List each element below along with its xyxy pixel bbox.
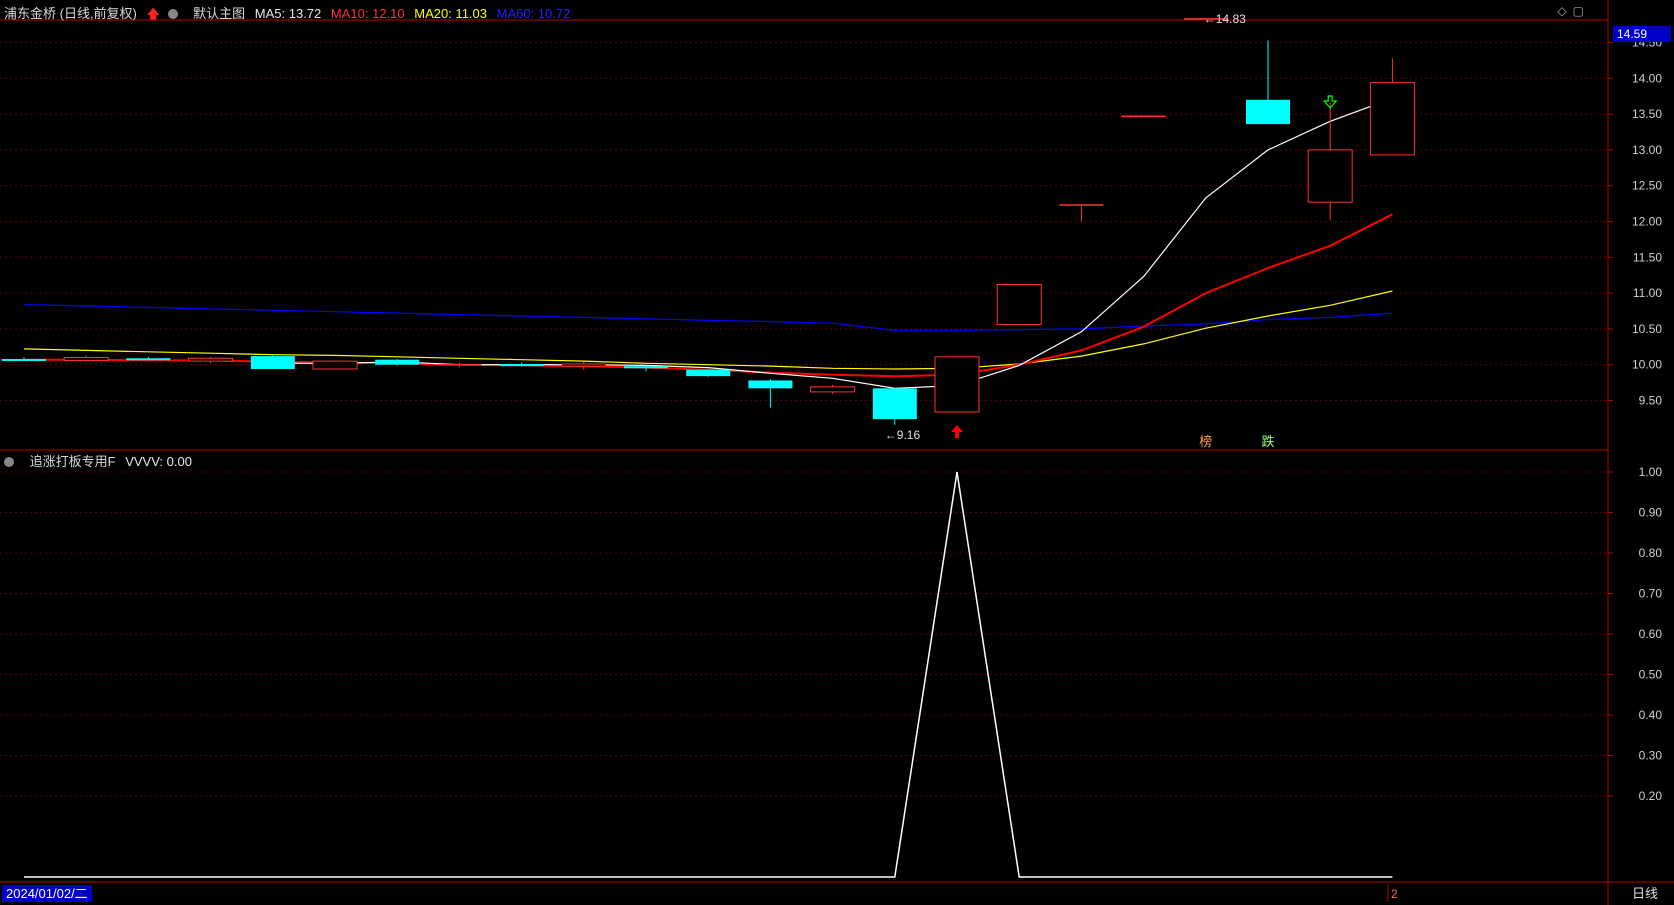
price-annotation: ←14.83	[1204, 12, 1246, 26]
y-tick-label: 10.50	[1632, 322, 1662, 336]
price-annotation: ←9.16	[885, 428, 921, 442]
candle	[63, 355, 109, 362]
y-tick-label: 1.00	[1639, 465, 1663, 479]
cursor-date: 2024/01/02/二	[2, 885, 92, 902]
y-tick-label: 0.40	[1639, 708, 1663, 722]
indicator-title[interactable]: 追涨打板专用F	[30, 454, 116, 469]
candle-body	[188, 357, 234, 362]
indicator-header: 追涨打板专用F VVVV: 0.00	[4, 451, 198, 470]
candle-body	[312, 360, 358, 370]
ma20-value: MA20: 11.03	[414, 6, 488, 21]
price-axis: 9.50 10.00 10.50 11.00 11.50 12.00 12.50 13.00 1…	[1608, 36, 1663, 803]
y-tick-label: 11.00	[1633, 286, 1662, 300]
window-controls: ◇▢	[1557, 4, 1590, 18]
candle	[1059, 204, 1104, 222]
ma5-value: MA5: 13.72	[254, 6, 322, 21]
y-tick-label: 0.60	[1639, 627, 1663, 641]
dropdown-icon[interactable]	[167, 6, 184, 21]
candle-body	[375, 359, 420, 365]
arrow-shape	[951, 425, 963, 438]
ma60-value: MA60: 10.72	[496, 6, 571, 21]
footer-marker: 2	[1391, 887, 1398, 901]
grid-layer	[0, 0, 1674, 905]
last-price-tag: 14.59	[1613, 26, 1671, 42]
vvvv-line	[24, 471, 1393, 878]
up-arrow-icon	[951, 425, 963, 438]
candle	[375, 358, 420, 366]
main-chart-header: 浦东金桥 (日线,前复权) 🡅 默认主图 MA5: 13.72 MA10: 12…	[4, 3, 576, 27]
ma10-line	[24, 213, 1393, 378]
candle	[872, 388, 917, 425]
chart-canvas: 9.50 10.00 10.50 11.00 11.50 12.00 12.50 13.00 1…	[0, 0, 1674, 905]
y-tick-label: 0.70	[1639, 587, 1663, 601]
ma10-value: MA10: 12.10	[330, 6, 405, 21]
diamond-icon[interactable]: ◇	[1557, 4, 1572, 18]
stock-title[interactable]: 浦东金桥 (日线,前复权)	[4, 6, 137, 21]
candle-body	[624, 366, 668, 369]
candle	[312, 360, 358, 370]
up-arrow-icon: 🡅	[146, 6, 160, 21]
candle-body	[748, 380, 793, 389]
y-tick-label: 14.00	[1632, 71, 1662, 85]
price-annotation: 跌	[1261, 434, 1274, 449]
y-tick-label: 13.50	[1632, 107, 1662, 121]
dropdown-icon[interactable]	[4, 454, 20, 469]
y-tick-label: 10.00	[1632, 358, 1662, 372]
y-tick-label: 12.00	[1632, 215, 1662, 229]
candle-body	[63, 357, 109, 361]
indicator-layer	[24, 471, 1393, 878]
candle	[996, 283, 1042, 326]
candle-body	[561, 363, 607, 367]
ma5-line	[272, 97, 1393, 389]
window-icon[interactable]: ▢	[1573, 4, 1590, 18]
candle-body	[1307, 149, 1353, 203]
period-label[interactable]: 日线	[1632, 885, 1658, 902]
candle-body	[126, 358, 171, 361]
ma60-line	[23, 304, 1393, 331]
y-tick-label: 0.20	[1639, 789, 1663, 803]
candle	[1246, 40, 1290, 125]
candle	[188, 356, 234, 364]
candle	[686, 368, 731, 377]
y-tick-label: 0.80	[1639, 546, 1663, 560]
y-tick-label: 11.50	[1633, 250, 1662, 264]
y-tick-label: 9.50	[1639, 394, 1663, 408]
candle-body	[934, 356, 980, 413]
candle	[561, 361, 607, 370]
candle-body	[250, 356, 295, 369]
candle	[437, 362, 482, 368]
candle-body	[686, 369, 731, 377]
candle	[1369, 58, 1415, 156]
candle	[810, 384, 856, 395]
y-tick-label: 12.50	[1632, 179, 1662, 193]
y-tick-label: 0.90	[1639, 506, 1663, 520]
y-tick-label: 0.30	[1639, 749, 1663, 763]
candle-body	[996, 284, 1042, 326]
candle-body	[1246, 99, 1290, 125]
candle-body	[2, 358, 46, 361]
indicator-name[interactable]: 默认主图	[193, 6, 245, 21]
candle-body	[1369, 82, 1415, 156]
candle	[934, 356, 980, 413]
price-annotation: 榜	[1199, 434, 1212, 449]
annotation-layer: ←9.16 ←14.83 榜 跌 2	[885, 12, 1398, 902]
candle	[250, 354, 295, 369]
candlestick-layer	[2, 18, 1415, 425]
y-tick-label: 13.00	[1632, 143, 1662, 157]
candle	[748, 379, 793, 408]
candle	[1307, 102, 1353, 221]
candle-body	[499, 363, 544, 367]
candle	[2, 357, 46, 361]
moving-average-layer	[23, 97, 1393, 389]
candle-body	[872, 388, 917, 420]
candle-body	[810, 386, 856, 393]
candle	[126, 356, 171, 361]
indicator-value: VVVV: 0.00	[125, 454, 192, 469]
y-tick-label: 0.50	[1639, 668, 1663, 682]
